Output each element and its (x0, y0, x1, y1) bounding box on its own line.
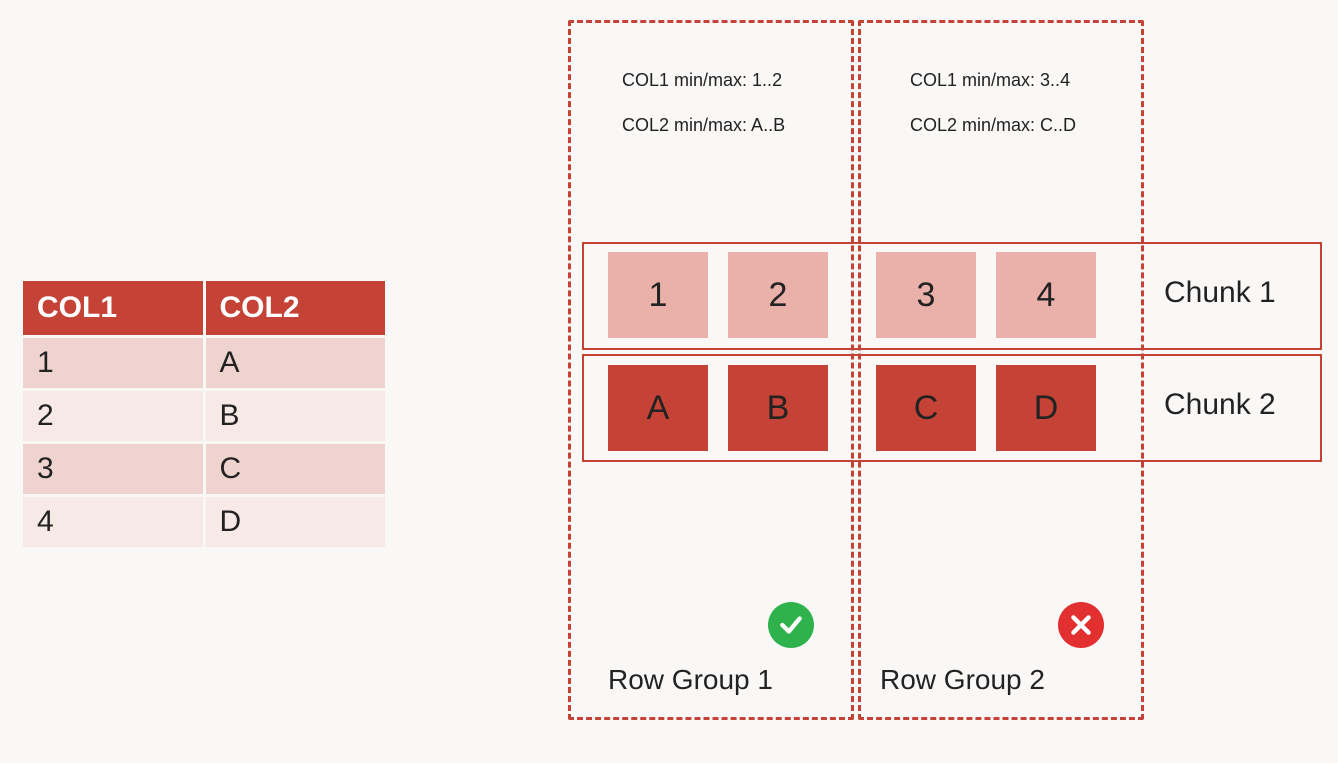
cross-icon (1058, 602, 1104, 648)
rowgroup-chunk-diagram: 1 2 3 4 A B C D COL1 min/max: 1..2 COL2 … (568, 20, 1328, 740)
cell: 1 (23, 338, 203, 388)
meta-line: COL2 min/max: A..B (622, 115, 785, 135)
cell: D (206, 497, 386, 547)
cell: 3 (23, 444, 203, 494)
meta-line: COL1 min/max: 1..2 (622, 70, 782, 90)
meta-line: COL2 min/max: C..D (910, 115, 1076, 135)
rowgroup-metadata: COL1 min/max: 1..2 COL2 min/max: A..B (602, 46, 785, 159)
table-row: 2 B (23, 391, 385, 441)
cell: 2 (23, 391, 203, 441)
col-header: COL2 (206, 281, 386, 335)
table-row: 1 A (23, 338, 385, 388)
table-row: 3 C (23, 444, 385, 494)
data-table: COL1 COL2 1 A 2 B 3 C 4 D (20, 278, 388, 550)
cell: C (206, 444, 386, 494)
cell: 4 (23, 497, 203, 547)
meta-line: COL1 min/max: 3..4 (910, 70, 1070, 90)
rowgroup-label: Row Group 1 (608, 664, 773, 696)
rowgroup-metadata: COL1 min/max: 3..4 COL2 min/max: C..D (890, 46, 1076, 159)
col-header: COL1 (23, 281, 203, 335)
checkmark-icon (768, 602, 814, 648)
chunk-label: Chunk 2 (1164, 388, 1276, 422)
cell: B (206, 391, 386, 441)
chunk-label: Chunk 1 (1164, 276, 1276, 310)
rowgroup-label: Row Group 2 (880, 664, 1045, 696)
table-row: 4 D (23, 497, 385, 547)
cell: A (206, 338, 386, 388)
